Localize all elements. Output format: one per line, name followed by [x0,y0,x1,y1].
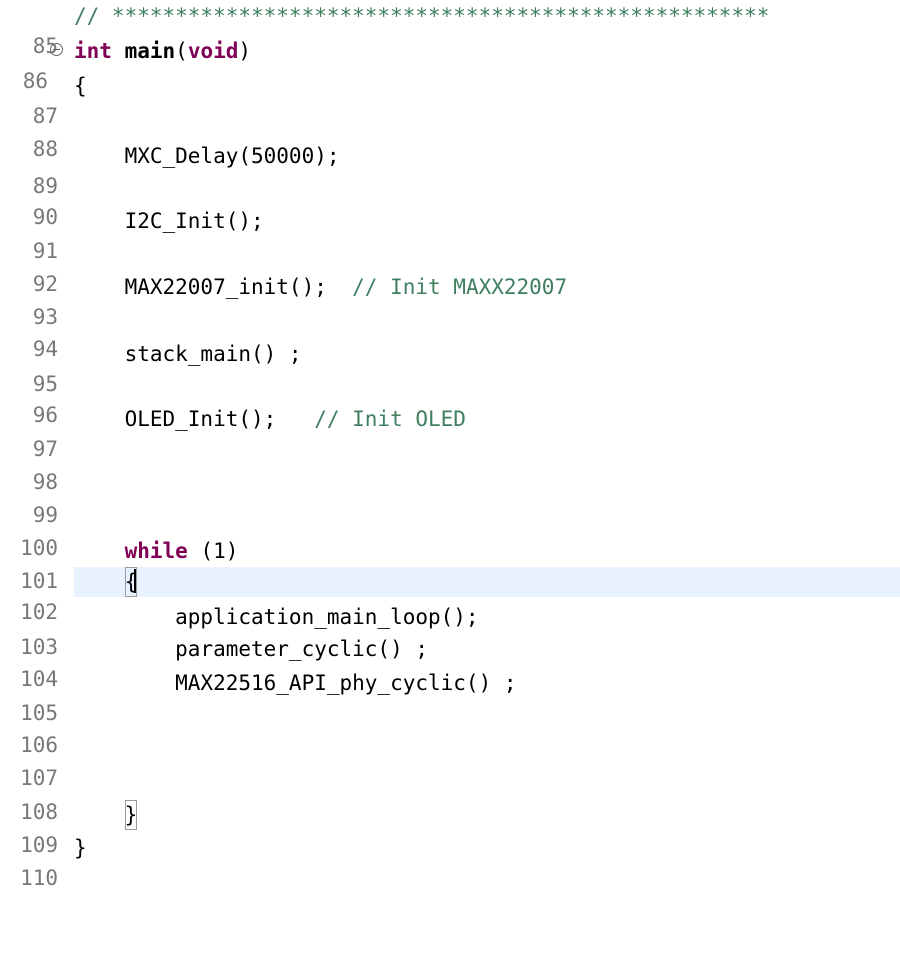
code-text[interactable]: parameter_cyclic() ; [74,634,900,664]
collapse-icon[interactable] [50,43,63,56]
code-line-87[interactable]: 87 { [0,71,900,128]
code-text[interactable] [74,172,900,202]
line-number: 110 [20,866,58,890]
code-line-100[interactable]: 100 [0,503,900,560]
code-text[interactable]: } [74,800,900,830]
code-line-108[interactable]: 108 [0,767,900,824]
code-text[interactable]: } [74,833,900,863]
code-text[interactable]: int main(void) [74,36,900,66]
code-text[interactable]: while (1) [74,536,900,566]
text-cursor [134,569,137,593]
code-line-88[interactable]: 88 [0,104,900,161]
keyword: int [74,39,112,63]
code-line-106[interactable]: 106 [0,700,900,757]
code-line-104[interactable]: 104 parameter_cyclic() ; [0,634,900,691]
paren: ) [238,39,252,63]
code-line-110[interactable]: 110 } [0,833,900,890]
code-text[interactable] [74,239,900,269]
keyword: void [187,39,239,63]
code-line-91[interactable]: 91 I2C_Init(); [0,206,900,263]
code-text[interactable]: application_main_loop(); [74,602,900,632]
code-line-90[interactable]: 90 [0,172,900,229]
code-line-102[interactable]: 102 { [0,567,900,624]
condition: (1) [187,539,239,563]
code-line-98[interactable]: 98 [0,437,900,494]
code-text[interactable]: OLED_Init(); // Init OLED [74,404,900,434]
statement: OLED_Init(); [74,407,315,431]
code-editor[interactable]: 85 // **********************************… [0,0,900,890]
code-line-86[interactable]: 86 int main(void) [0,36,900,93]
code-text[interactable] [74,503,900,533]
keyword: while [124,539,188,563]
code-text[interactable]: MAX22007_init(); // Init MAXX22007 [74,272,900,302]
code-comment: // Init OLED [314,407,466,431]
code-text[interactable]: { [74,567,900,597]
code-line-103[interactable]: 103 application_main_loop(); [0,602,900,659]
code-text[interactable]: MXC_Delay(50000); [74,141,900,171]
code-text[interactable]: MAX22516_API_phy_cyclic() ; [74,668,900,698]
code-line-94[interactable]: 94 [0,304,900,361]
function-name: main [124,39,176,63]
code-text[interactable] [74,304,900,334]
code-line-109[interactable]: 109 } [0,800,900,857]
code-text[interactable]: { [74,71,900,101]
code-text[interactable]: stack_main() ; [74,339,900,369]
code-line-101[interactable]: 101 while (1) [0,536,900,593]
code-text[interactable] [74,437,900,467]
code-text[interactable]: I2C_Init(); [74,206,900,236]
code-line-107[interactable]: 107 [0,733,900,790]
code-line-97[interactable]: 97 OLED_Init(); // Init OLED [0,404,900,461]
code-text[interactable] [74,767,900,797]
code-line-99[interactable]: 99 [0,470,900,527]
code-line-96[interactable]: 96 [0,370,900,427]
code-line-95[interactable]: 95 stack_main() ; [0,339,900,396]
code-line-89[interactable]: 89 MXC_Delay(50000); [0,141,900,198]
code-line-92[interactable]: 92 [0,239,900,296]
bracket-match: } [124,800,138,830]
code-line-85[interactable]: 85 // **********************************… [0,1,900,58]
code-text[interactable] [74,470,900,500]
statement: MAX22007_init(); [74,275,353,299]
code-text[interactable] [74,104,900,134]
code-line-93[interactable]: 93 MAX22007_init(); // Init MAXX22007 [0,272,900,329]
code-comment[interactable]: // *************************************… [74,1,900,31]
code-text[interactable] [74,370,900,400]
code-text[interactable] [74,700,900,730]
code-line-105[interactable]: 105 MAX22516_API_phy_cyclic() ; [0,668,900,725]
code-text[interactable] [74,733,900,763]
code-comment: // Init MAXX22007 [352,275,568,299]
paren: ( [175,39,188,63]
